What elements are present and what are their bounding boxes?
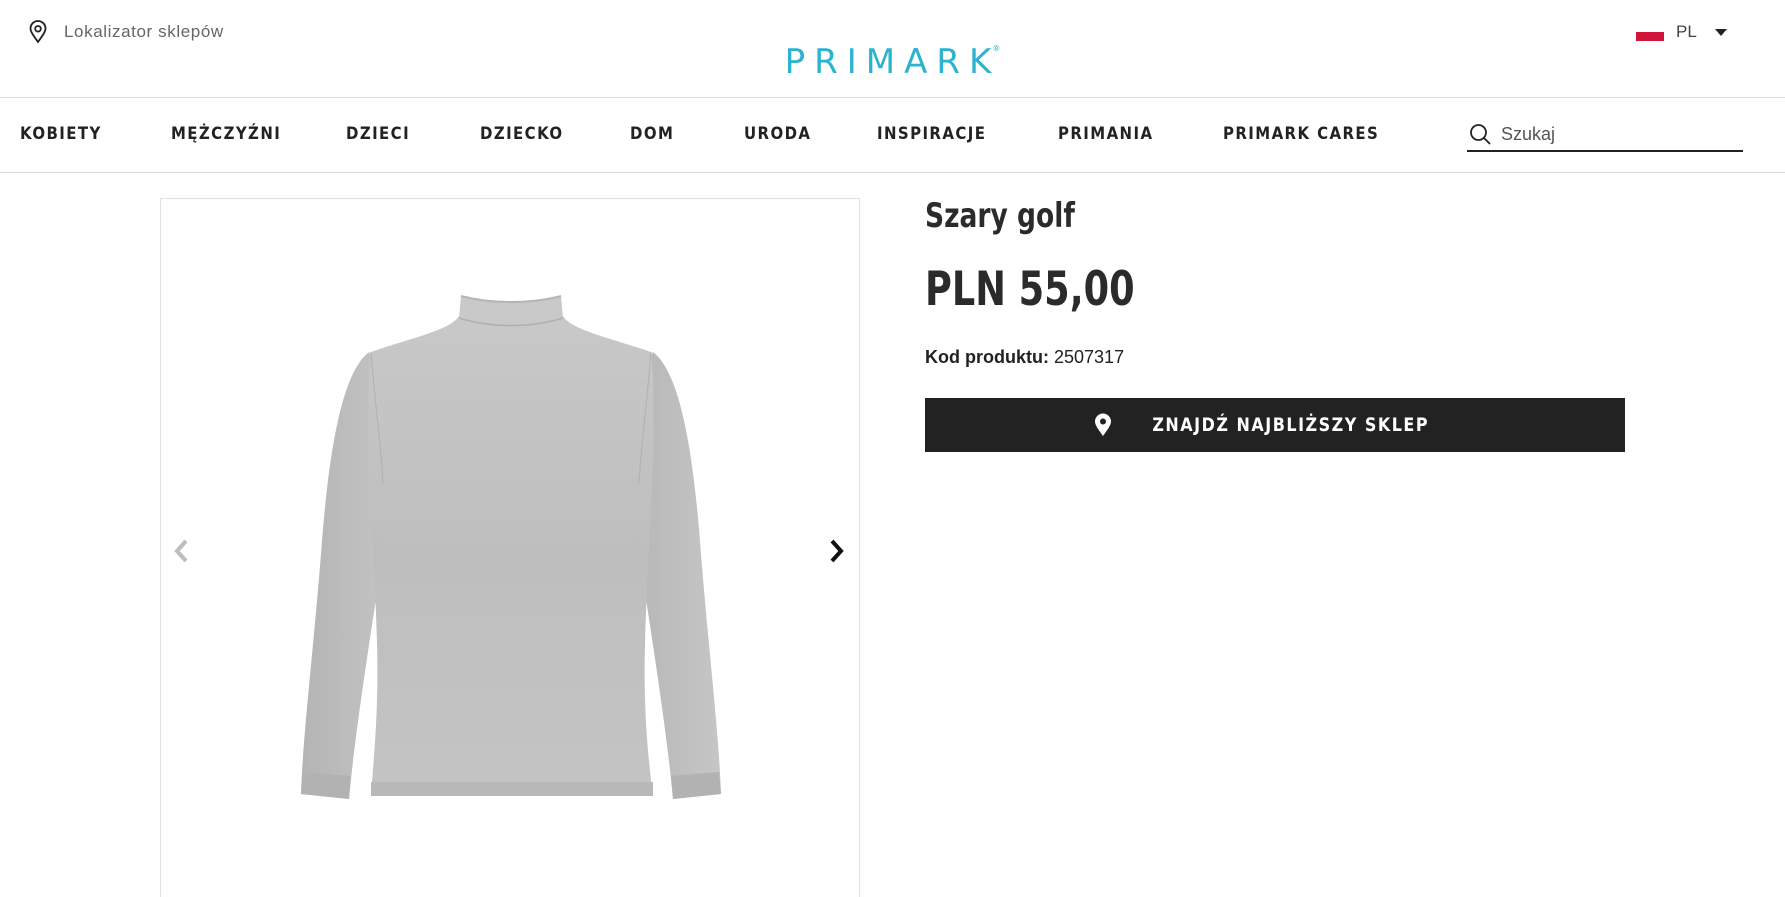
logo-text: PRIMARK bbox=[784, 42, 1001, 82]
product-code: Kod produktu: 2507317 bbox=[925, 347, 1625, 368]
product-title: Szary golf bbox=[925, 196, 1075, 236]
top-header: Lokalizator sklepów PRIMARK® PL bbox=[0, 0, 1785, 98]
language-selector[interactable]: PL bbox=[1636, 22, 1727, 42]
logo-registered-mark: ® bbox=[992, 44, 1001, 53]
product-code-value: 2507317 bbox=[1054, 347, 1125, 367]
find-nearest-store-label: ZNAJDŹ NAJBLIŻSZY SKLEP bbox=[1152, 414, 1430, 436]
nav-item-dom[interactable]: DOM bbox=[630, 124, 674, 144]
poland-flag-icon bbox=[1636, 23, 1664, 41]
chevron-right-icon[interactable] bbox=[823, 536, 849, 566]
grey-turtleneck-sweater-image bbox=[301, 295, 721, 799]
store-locator-link[interactable]: Lokalizator sklepów bbox=[28, 20, 224, 44]
nav-item-mezczyzni[interactable]: MĘŻCZYŹNI bbox=[171, 124, 281, 144]
chevron-left-icon[interactable] bbox=[169, 536, 195, 566]
product-code-label: Kod produktu: bbox=[925, 347, 1049, 367]
search-box bbox=[1467, 118, 1743, 152]
caret-down-icon bbox=[1714, 28, 1727, 36]
map-pin-filled-icon bbox=[1095, 413, 1112, 436]
store-locator-label: Lokalizator sklepów bbox=[64, 22, 224, 41]
nav-item-dziecko[interactable]: DZIECKO bbox=[480, 124, 564, 144]
nav-item-primark-cares[interactable]: PRIMARK CARES bbox=[1223, 124, 1379, 144]
language-code: PL bbox=[1676, 22, 1697, 41]
search-input[interactable] bbox=[1501, 123, 1731, 145]
primark-logo[interactable]: PRIMARK® bbox=[0, 42, 1785, 82]
nav-item-uroda[interactable]: URODA bbox=[744, 124, 811, 144]
main-navigation: KOBIETY MĘŻCZYŹNI DZIECI DZIECKO DOM URO… bbox=[0, 98, 1785, 173]
nav-item-inspiracje[interactable]: INSPIRACJE bbox=[877, 124, 986, 144]
find-nearest-store-button[interactable]: ZNAJDŹ NAJBLIŻSZY SKLEP bbox=[925, 398, 1625, 452]
nav-item-primania[interactable]: PRIMANIA bbox=[1058, 124, 1153, 144]
product-price: PLN 55,00 bbox=[925, 262, 1135, 317]
product-info: Szary golf PLN 55,00 Kod produktu: 25073… bbox=[925, 196, 1625, 452]
nav-item-kobiety[interactable]: KOBIETY bbox=[20, 124, 102, 144]
map-pin-outline-icon bbox=[29, 20, 47, 44]
product-image-gallery bbox=[160, 198, 860, 897]
nav-item-dzieci[interactable]: DZIECI bbox=[346, 124, 410, 144]
search-icon[interactable] bbox=[1469, 123, 1491, 145]
